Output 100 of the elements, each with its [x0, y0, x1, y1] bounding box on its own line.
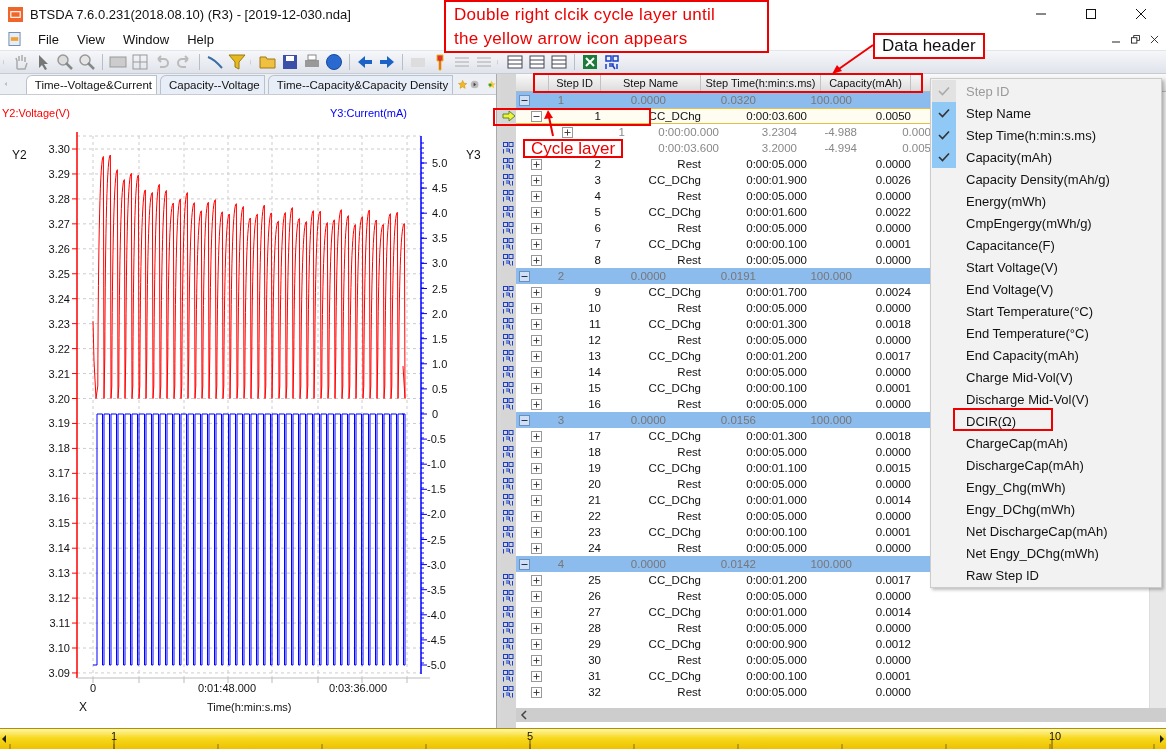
scroll-left-icon[interactable]: [1, 734, 7, 744]
expand-toggle[interactable]: [531, 622, 542, 634]
chart-tab[interactable]: Capacity--Voltage: [160, 75, 265, 94]
table-icon[interactable]: [550, 53, 568, 71]
chart-tab[interactable]: Time--Voltage&Current: [25, 75, 157, 94]
tick-label: 3.20: [48, 392, 70, 405]
expand-toggle[interactable]: [531, 398, 542, 410]
dcir-icon[interactable]: [603, 53, 621, 71]
expand-toggle[interactable]: [531, 318, 542, 330]
expand-toggle[interactable]: [531, 574, 542, 586]
expand-toggle[interactable]: [531, 494, 542, 506]
menu-item[interactable]: View: [67, 31, 114, 47]
expand-toggle[interactable]: [562, 126, 573, 138]
menu-item[interactable]: CmpEngergy(mWh/g): [931, 212, 1161, 234]
expand-toggle[interactable]: [531, 670, 542, 682]
column-header[interactable]: Step ID: [549, 74, 601, 91]
expand-toggle[interactable]: [531, 478, 542, 490]
menu-item[interactable]: End Temperature(°C): [931, 322, 1161, 344]
menu-item[interactable]: Engy_Chg(mWh): [931, 476, 1161, 498]
menu-item[interactable]: DischargeCap(mAh): [931, 454, 1161, 476]
expand-toggle[interactable]: [531, 238, 542, 250]
step-row[interactable]: 26 Rest 0:00:05.000 0.0000: [516, 588, 1149, 604]
menu-item[interactable]: Step Time(h:min:s.ms): [931, 124, 1161, 146]
expand-toggle[interactable]: [519, 94, 530, 106]
expand-toggle[interactable]: [531, 334, 542, 346]
expand-toggle[interactable]: [531, 430, 542, 442]
menu-item[interactable]: File: [29, 31, 68, 47]
expand-toggle[interactable]: [531, 654, 542, 666]
menu-item[interactable]: Discharge Mid-Vol(V): [931, 388, 1161, 410]
expand-toggle[interactable]: [531, 286, 542, 298]
menu-item[interactable]: Help: [178, 31, 223, 47]
horizontal-scrollbar[interactable]: [516, 708, 1166, 722]
expand-toggle[interactable]: [531, 254, 542, 266]
expand-toggle[interactable]: [531, 206, 542, 218]
menu-item[interactable]: Energy(mWh): [931, 190, 1161, 212]
back-icon[interactable]: [356, 53, 374, 71]
table-cell-text: 0.005: [901, 142, 931, 154]
step-row[interactable]: 27 CC_DChg 0:00:01.000 0.0014: [516, 604, 1149, 620]
expand-toggle[interactable]: [531, 526, 542, 538]
timeline-ruler[interactable]: 1 5 10: [0, 728, 1166, 749]
tick-label: 3.17: [48, 467, 70, 480]
table-cell-text: Rest: [676, 254, 701, 266]
zoom-icon[interactable]: [78, 53, 96, 71]
expand-toggle[interactable]: [531, 174, 542, 186]
expand-toggle[interactable]: [531, 510, 542, 522]
expand-toggle[interactable]: [531, 606, 542, 618]
expand-toggle[interactable]: [531, 190, 542, 202]
forward-icon[interactable]: [378, 53, 396, 71]
expand-toggle[interactable]: [531, 446, 542, 458]
step-row[interactable]: 28 Rest 0:00:05.000 0.0000: [516, 620, 1149, 636]
expand-toggle[interactable]: [531, 302, 542, 314]
menu-item[interactable]: Window: [113, 31, 179, 47]
document-icon[interactable]: [8, 31, 21, 47]
save-icon[interactable]: [281, 53, 299, 71]
menu-item[interactable]: Net DischargeCap(mAh): [931, 520, 1161, 542]
spreadsheet-icon[interactable]: [581, 53, 599, 71]
tick-label: 3.09: [48, 666, 70, 679]
table-cell-text: 0.0000: [874, 158, 911, 170]
expand-toggle[interactable]: [531, 366, 542, 378]
expand-toggle[interactable]: [531, 542, 542, 554]
menu-item[interactable]: Engy_DChg(mWh): [931, 498, 1161, 520]
expand-toggle[interactable]: [531, 462, 542, 474]
menu-item[interactable]: Charge Mid-Vol(V): [931, 366, 1161, 388]
scroll-right-icon[interactable]: [1159, 734, 1165, 744]
step-row[interactable]: 30 Rest 0:00:05.000 0.0000: [516, 652, 1149, 668]
expand-toggle[interactable]: [531, 638, 542, 650]
expand-toggle[interactable]: [531, 350, 542, 362]
scroll-left-icon[interactable]: [520, 710, 528, 720]
table-cell-text: Rest: [676, 398, 701, 410]
chart-tab[interactable]: Time--Capacity&Capacity Density: [267, 75, 454, 94]
table-icon[interactable]: [528, 53, 546, 71]
tick-label: 3.26: [48, 242, 70, 255]
filter-icon[interactable]: [228, 53, 246, 71]
table-icon[interactable]: [506, 53, 524, 71]
expand-toggle[interactable]: [531, 110, 542, 122]
line-icon[interactable]: [206, 53, 224, 71]
menu-item[interactable]: End Capacity(mAh): [931, 344, 1161, 366]
table-cell-text: 0.0018: [874, 430, 911, 442]
tick-label: 0:01:48.000: [197, 682, 257, 694]
column-header[interactable]: Step Time(h:min:s.ms): [701, 74, 821, 91]
expand-toggle[interactable]: [531, 590, 542, 602]
expand-toggle[interactable]: [531, 382, 542, 394]
menu-item[interactable]: ChargeCap(mAh): [931, 432, 1161, 454]
expand-toggle[interactable]: [531, 222, 542, 234]
expand-toggle[interactable]: [519, 270, 530, 282]
step-row[interactable]: 31 CC_DChg 0:00:00.100 0.0001: [516, 668, 1149, 684]
step-row[interactable]: 32 Rest 0:00:05.000 0.0000: [516, 684, 1149, 700]
table-cell-text: Rest: [676, 654, 701, 666]
menu-item[interactable]: Capacity Density(mAh/g): [931, 168, 1161, 190]
tick-label: -0.5: [427, 433, 446, 446]
expand-toggle[interactable]: [519, 414, 530, 426]
step-row[interactable]: 29 CC_DChg 0:00:00.900 0.0012: [516, 636, 1149, 652]
menu-item[interactable]: Capacitance(F): [931, 234, 1161, 256]
menu-item[interactable]: Capacity(mAh): [931, 146, 1161, 168]
zoom-box-icon[interactable]: [56, 53, 74, 71]
expand-toggle[interactable]: [531, 686, 542, 698]
expand-toggle[interactable]: [531, 158, 542, 170]
menu-item[interactable]: Start Temperature(°C): [931, 300, 1161, 322]
expand-toggle[interactable]: [519, 558, 530, 570]
column-header[interactable]: Step Name: [601, 74, 701, 91]
